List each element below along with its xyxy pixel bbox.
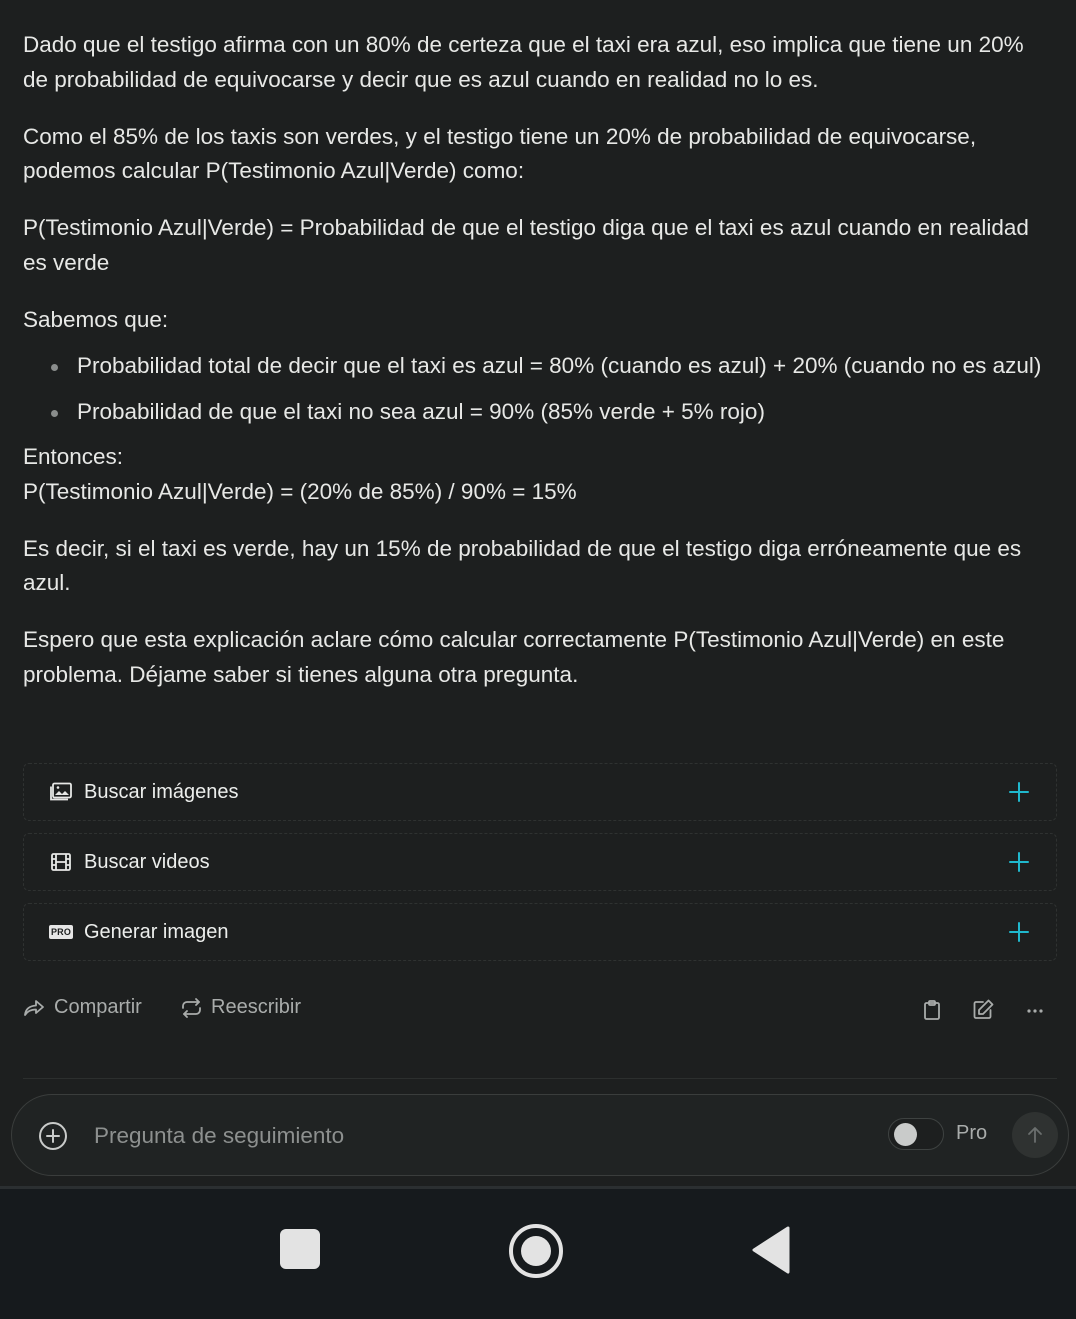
conclusion-paragraph: Es decir, si el taxi es verde, hay un 15… bbox=[23, 535, 1022, 596]
arrow-up-icon bbox=[1028, 1127, 1042, 1143]
share-button[interactable]: Compartir bbox=[23, 996, 142, 1019]
follow-up-composer: Pro bbox=[11, 1094, 1069, 1176]
generate-image-label: Generar imagen bbox=[84, 920, 229, 943]
clipboard-icon[interactable] bbox=[920, 998, 944, 1022]
pro-badge: PRO bbox=[48, 925, 74, 939]
more-horizontal-icon[interactable] bbox=[1023, 998, 1047, 1022]
message-paragraph: Sabemos que: bbox=[23, 306, 169, 332]
image-icon bbox=[48, 781, 74, 803]
plus-icon[interactable] bbox=[1008, 781, 1030, 803]
message-paragraph: P(Testimonio Azul|Verde) = Probabilidad … bbox=[23, 215, 1029, 275]
closing-paragraph: Espero que esta explicación aclare cómo … bbox=[23, 627, 1005, 687]
edit-icon[interactable] bbox=[971, 998, 995, 1022]
message-paragraph: Como el 85% de los taxis son verdes, y e… bbox=[23, 123, 977, 184]
repeat-icon bbox=[182, 997, 201, 1018]
search-images-label: Buscar imágenes bbox=[84, 780, 239, 803]
list-item: Probabilidad de que el taxi no sea azul … bbox=[23, 395, 1053, 430]
android-navigation-bar bbox=[0, 1186, 1076, 1319]
message-paragraph: Dado que el testigo afirma con un 80% de… bbox=[23, 32, 1024, 92]
rewrite-label: Reescribir bbox=[211, 996, 302, 1018]
plus-icon[interactable] bbox=[1008, 921, 1030, 943]
follow-up-input[interactable] bbox=[92, 1119, 796, 1153]
search-videos-button[interactable]: Buscar videos bbox=[23, 833, 1057, 891]
recents-button[interactable] bbox=[280, 1229, 320, 1269]
search-videos-label: Buscar videos bbox=[84, 850, 210, 873]
back-button[interactable] bbox=[750, 1226, 792, 1274]
list-item: Probabilidad total de decir que el taxi … bbox=[23, 349, 1053, 384]
generate-image-button[interactable]: PRO Generar imagen bbox=[23, 903, 1057, 961]
message-toolbar: Compartir Reescribir bbox=[23, 992, 1057, 1026]
plus-icon[interactable] bbox=[1008, 851, 1030, 873]
related-actions: Buscar imágenes Buscar videos PRO Genera… bbox=[23, 763, 1057, 973]
entonces-label: Entonces: bbox=[23, 444, 124, 469]
film-icon bbox=[48, 851, 74, 873]
rewrite-button[interactable]: Reescribir bbox=[180, 996, 301, 1019]
divider bbox=[23, 1078, 1057, 1079]
share-arrow-icon bbox=[24, 999, 44, 1016]
search-images-button[interactable]: Buscar imágenes bbox=[23, 763, 1057, 821]
formula: P(Testimonio Azul|Verde) = (20% de 85%) … bbox=[23, 478, 577, 504]
plus-circle-icon[interactable] bbox=[38, 1121, 68, 1151]
bullet-list: Probabilidad total de decir que el taxi … bbox=[23, 349, 1053, 429]
assistant-message: Dado que el testigo afirma con un 80% de… bbox=[23, 28, 1053, 715]
share-label: Compartir bbox=[54, 996, 142, 1018]
home-button[interactable] bbox=[507, 1222, 565, 1280]
pro-toggle[interactable] bbox=[888, 1118, 944, 1150]
toggle-knob bbox=[894, 1123, 917, 1146]
send-button[interactable] bbox=[1012, 1112, 1058, 1158]
pro-label: Pro bbox=[956, 1122, 988, 1144]
